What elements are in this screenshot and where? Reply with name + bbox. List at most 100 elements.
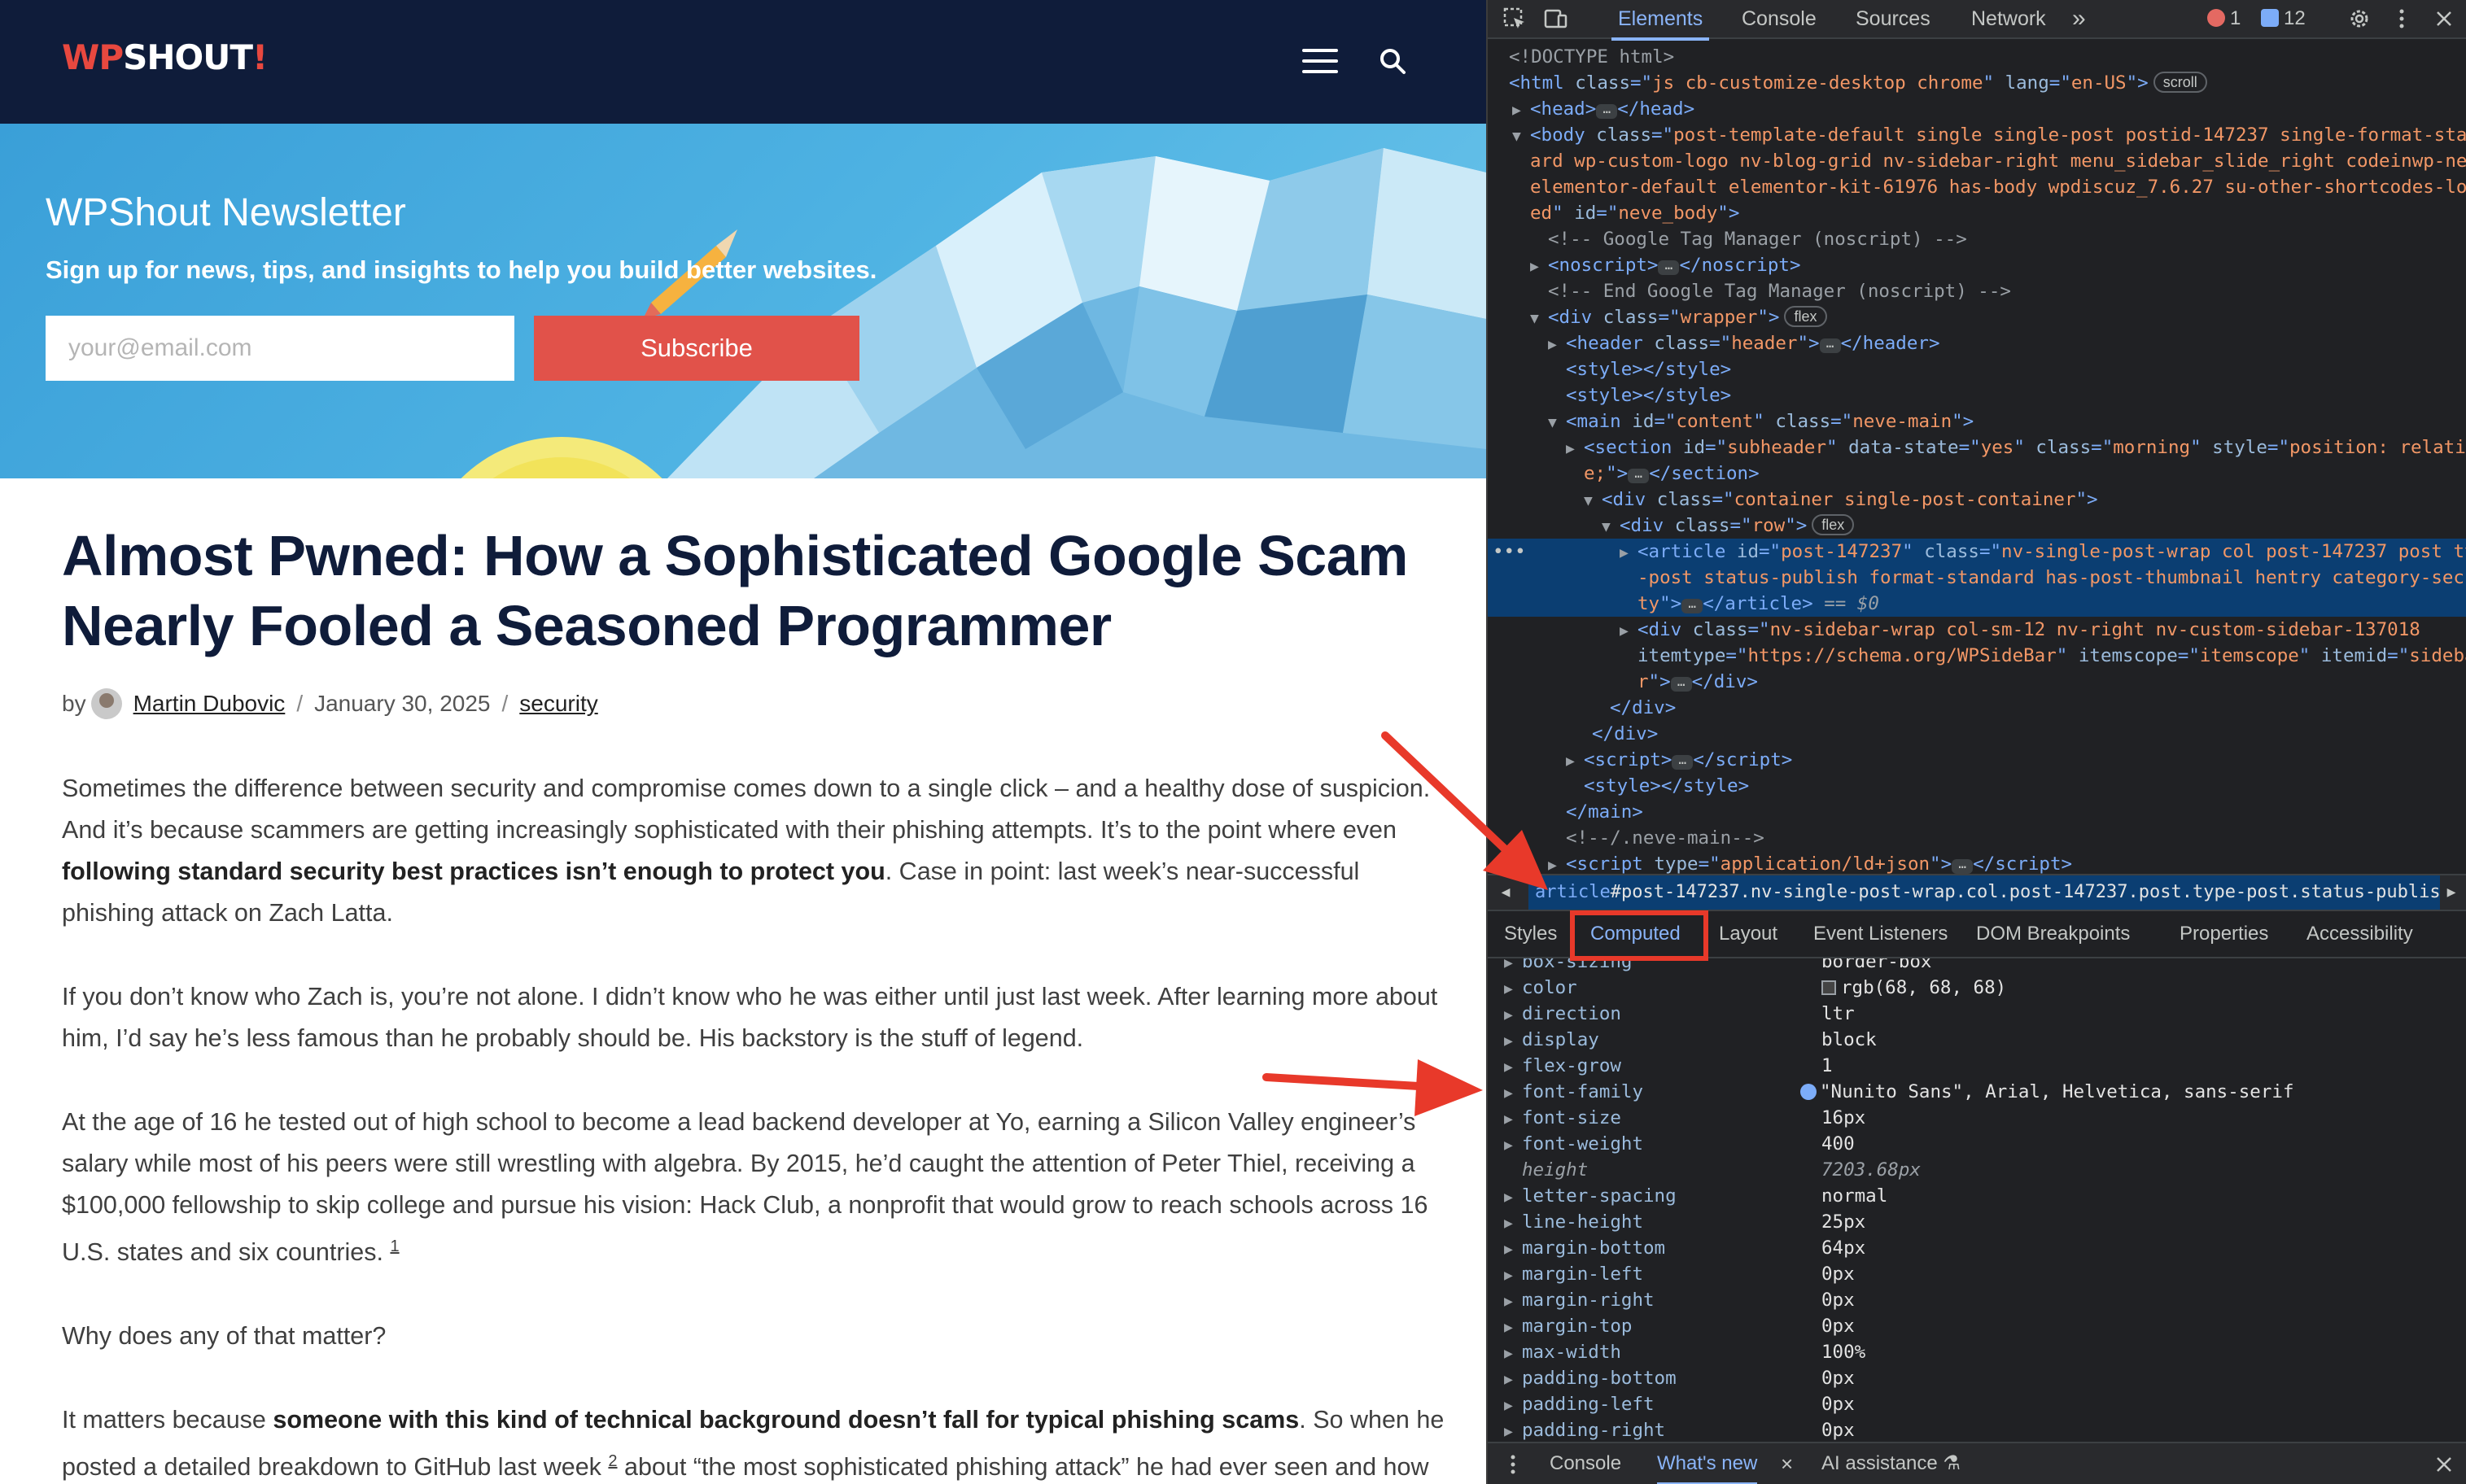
tab-elements[interactable]: Elements <box>1611 0 1710 41</box>
dom-node-row[interactable]: ▼ <div class="row"> flex <box>1488 513 2466 539</box>
more-options-icon[interactable] <box>2389 7 2414 31</box>
dom-node-sidebar-cont: itemtype="https://schema.org/WPSideBar" … <box>1637 645 2466 666</box>
drawer-menu-icon[interactable] <box>1501 1452 1525 1477</box>
computed-property-row[interactable]: ▶ display block <box>1488 1027 2466 1053</box>
flex-badge[interactable]: flex <box>1784 306 1827 327</box>
drawer-tab-ai-assistance[interactable]: AI assistance ⚗ <box>1821 1443 1961 1484</box>
footnote-link[interactable]: 1 <box>390 1237 399 1255</box>
drawer-tab-whats-new[interactable]: What's new <box>1657 1443 1758 1484</box>
tab-event-listeners[interactable]: Event Listeners <box>1813 911 1948 958</box>
dom-node-section[interactable]: ▶ <section id="subheader" data-state="yes… <box>1488 434 2466 460</box>
byline-separator: / <box>501 691 509 716</box>
computed-property-row[interactable]: ▶ font-size 16px <box>1488 1105 2466 1131</box>
dom-tree[interactable]: <!DOCTYPE html> <html class="js cb-custo… <box>1488 41 2466 874</box>
dom-node-style[interactable]: <style></style> <box>1488 382 2466 408</box>
category-link[interactable]: security <box>519 691 597 717</box>
dom-node-body-cont: ard wp-custom-logo nv-blog-grid nv-sideb… <box>1530 151 2466 172</box>
dom-node-sidebar[interactable]: ▶ <div class="nv-sidebar-wrap col-sm-12 n… <box>1488 617 2466 643</box>
message-count-badge[interactable]: 12 <box>2261 7 2306 31</box>
computed-property-row[interactable]: ▶ margin-left 0px <box>1488 1261 2466 1287</box>
computed-property-row-font-family[interactable]: ▶ font-family "Nunito Sans", Arial, Helvet… <box>1488 1079 2466 1105</box>
breadcrumb-left-icon[interactable]: ◀ <box>1491 875 1520 910</box>
device-toolbar-icon[interactable] <box>1543 7 1567 31</box>
devtools-drawer-tabs: Console What's new × AI assistance ⚗ <box>1488 1442 2466 1484</box>
computed-property-row[interactable]: ▶ letter-spacing normal <box>1488 1183 2466 1209</box>
computed-property-row[interactable]: ▶height7203.68px <box>1488 1157 2466 1183</box>
computed-property-row[interactable]: ▶ padding-bottom 0px <box>1488 1365 2466 1391</box>
computed-property-row[interactable]: ▶ margin-top 0px <box>1488 1313 2466 1339</box>
dom-node-head[interactable]: ▶ <head>… </head> <box>1488 96 2466 122</box>
dom-node-header[interactable]: ▶ <header class="header">… </header> <box>1488 330 2466 356</box>
tab-properties[interactable]: Properties <box>2180 911 2268 958</box>
computed-property-row[interactable]: ▶ box-sizing border-box <box>1488 958 2466 975</box>
computed-property-row[interactable]: ▶ max-width 100% <box>1488 1339 2466 1365</box>
computed-property-row[interactable]: ▶ color rgb(68, 68, 68) <box>1488 975 2466 1001</box>
devtools-toolbar: Elements Console Sources Network » 1 12 <box>1488 0 2466 41</box>
dom-node-wrapper[interactable]: ▼ <div class="wrapper"> flex <box>1488 304 2466 330</box>
breadcrumb-right-icon[interactable]: ▶ <box>2437 875 2466 910</box>
error-icon <box>2207 9 2225 27</box>
newsletter-subtitle: Sign up for news, tips, and insights to … <box>46 255 877 284</box>
dom-node-html[interactable]: <html class="js cb-customize-desktop chr… <box>1488 70 2466 96</box>
go-to-declaration-icon[interactable] <box>1800 1084 1817 1100</box>
dom-node-body-cont: ed" id="neve_body"> <box>1530 203 1740 224</box>
drawer-tab-console[interactable]: Console <box>1550 1443 1621 1484</box>
computed-property-row[interactable]: ▶ flex-grow 1 <box>1488 1053 2466 1079</box>
dom-node-comment[interactable]: <!-- Google Tag Manager (noscript) --> <box>1488 226 2466 252</box>
newsletter-banner: WPShout Newsletter Sign up for news, tip… <box>0 124 1486 478</box>
dom-node-style[interactable]: <style></style> <box>1488 356 2466 382</box>
byline-by: by <box>62 691 86 716</box>
dom-node-close[interactable]: </div> <box>1488 721 2466 747</box>
dom-node-container[interactable]: ▼ <div class="container single-post-conta… <box>1488 487 2466 513</box>
dom-node-style[interactable]: <style></style> <box>1488 773 2466 799</box>
dom-node-article-cont: -post status-publish format-standard has… <box>1488 565 2466 591</box>
tab-network[interactable]: Network <box>1971 0 2046 39</box>
dom-node-comment[interactable]: <!-- End Google Tag Manager (noscript) -… <box>1488 278 2466 304</box>
computed-property-row[interactable]: ▶ padding-right 0px <box>1488 1417 2466 1442</box>
dom-node-section-cont: e;">… </section> <box>1584 463 1760 484</box>
scroll-badge[interactable]: scroll <box>2153 72 2207 93</box>
computed-property-row[interactable]: ▶ line-height 25px <box>1488 1209 2466 1235</box>
flex-badge[interactable]: flex <box>1812 514 1855 535</box>
dom-node-script[interactable]: ▶ <script>… </script> <box>1488 747 2466 773</box>
close-icon[interactable] <box>2432 7 2456 31</box>
author-link[interactable]: Martin Dubovic <box>133 691 286 717</box>
error-count-badge[interactable]: 1 <box>2207 7 2241 31</box>
close-drawer-icon[interactable] <box>2432 1452 2456 1477</box>
color-swatch-icon[interactable] <box>1821 980 1836 995</box>
dom-node-noscript[interactable]: ▶ <noscript>… </noscript> <box>1488 252 2466 278</box>
dom-node-close-main[interactable]: </main> <box>1488 799 2466 825</box>
dom-node-comment[interactable]: <!--/.neve-main--> <box>1488 825 2466 851</box>
computed-property-row[interactable]: ▶ margin-right 0px <box>1488 1287 2466 1313</box>
computed-property-row[interactable]: ▶ margin-bottom 64px <box>1488 1235 2466 1261</box>
dom-node-main[interactable]: ▼ <main id="content" class="neve-main"> <box>1488 408 2466 434</box>
search-icon[interactable] <box>1379 47 1406 75</box>
email-field[interactable] <box>46 316 514 381</box>
dom-node-doctype[interactable]: <!DOCTYPE html> <box>1488 44 2466 70</box>
tab-accessibility[interactable]: Accessibility <box>2306 911 2413 958</box>
hamburger-menu-icon[interactable] <box>1302 49 1338 73</box>
dom-node-body[interactable]: ▼ <body class="post-template-default sing… <box>1488 122 2466 148</box>
tab-sources[interactable]: Sources <box>1856 0 1930 39</box>
wpshout-logo[interactable]: WPSHOUT! <box>62 37 268 77</box>
tab-computed[interactable]: Computed <box>1590 911 1681 960</box>
tab-styles[interactable]: Styles <box>1504 911 1557 958</box>
dom-node-ldjson[interactable]: ▶ <script type="application/ld+json">… </s… <box>1488 851 2466 874</box>
paragraph: At the age of 16 he tested out of high s… <box>62 1108 1428 1267</box>
close-whats-new-icon[interactable]: × <box>1781 1443 1793 1484</box>
dom-node-article-selected[interactable]: ▶ <article id="post-147237" class="nv-sin… <box>1488 539 2466 565</box>
subscribe-button[interactable]: Subscribe <box>534 316 859 381</box>
computed-property-row[interactable]: ▶ font-weight 400 <box>1488 1131 2466 1157</box>
computed-property-row[interactable]: ▶ direction ltr <box>1488 1001 2466 1027</box>
breadcrumb-item-article[interactable]: article#post-147237.nv-single-post-wrap.… <box>1528 875 2440 910</box>
tab-layout[interactable]: Layout <box>1719 911 1777 958</box>
footnote-link[interactable]: 2 <box>608 1452 617 1470</box>
inspect-element-icon[interactable] <box>1502 7 1527 31</box>
settings-gear-icon[interactable] <box>2347 7 2372 31</box>
more-tabs-icon[interactable]: » <box>2072 0 2086 39</box>
tab-dom-breakpoints[interactable]: DOM Breakpoints <box>1976 911 2130 958</box>
dom-node-close[interactable]: </div> <box>1488 695 2466 721</box>
node-actions-ellipsis[interactable]: ••• <box>1488 539 1526 565</box>
tab-console[interactable]: Console <box>1742 0 1817 39</box>
computed-property-row[interactable]: ▶ padding-left 0px <box>1488 1391 2466 1417</box>
